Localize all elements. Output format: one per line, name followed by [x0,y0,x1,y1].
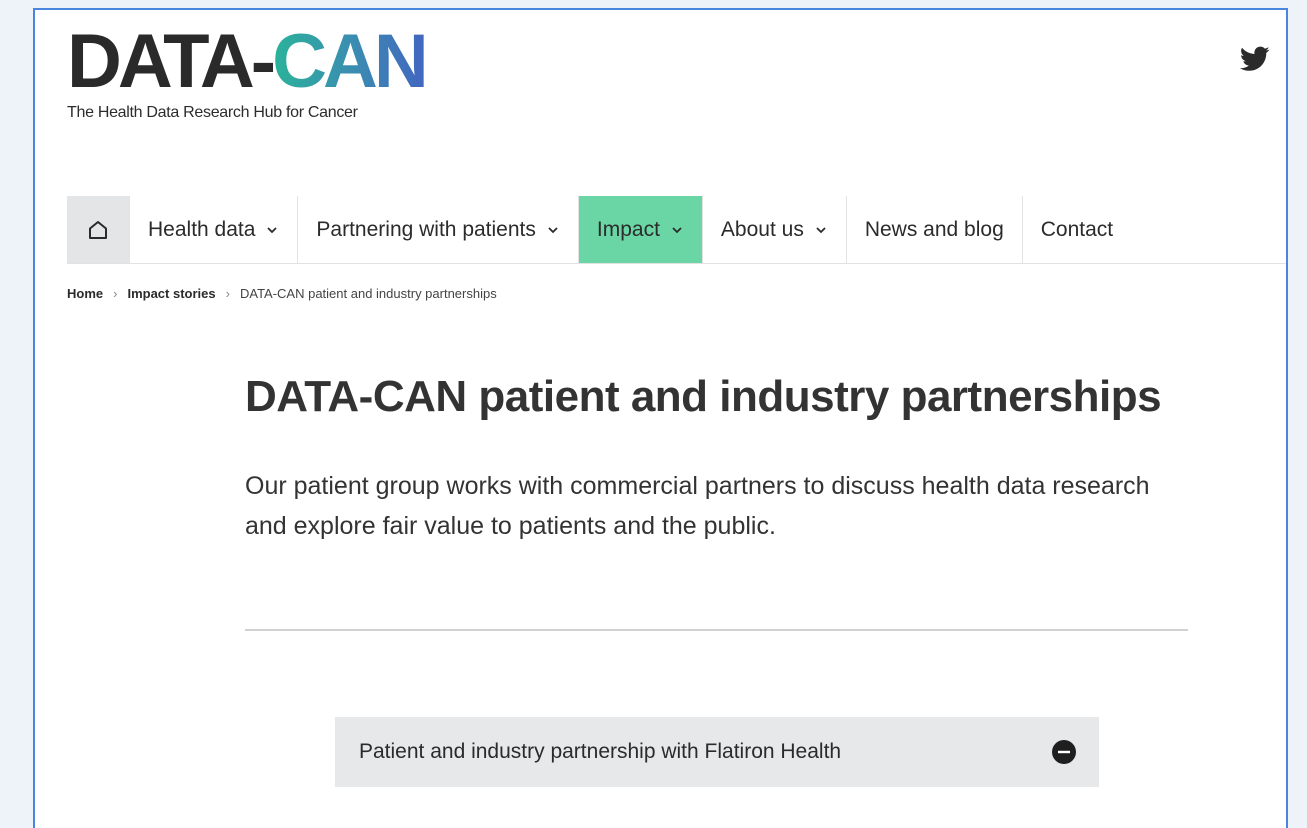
page-intro: Our patient group works with commercial … [245,472,1150,540]
logo-wordmark: DATA-CAN [67,24,429,100]
page: DATA-CAN The Health Data Research Hub fo… [35,10,1286,828]
chevron-right-icon: › [113,286,118,301]
chevron-down-icon [548,226,558,233]
logo-dash-text: - [250,19,276,104]
nav-item-label: About us [720,217,804,241]
chevron-down-icon [816,226,826,233]
breadcrumb: Home › Impact stories › DATA-CAN patient… [67,286,497,301]
site-logo[interactable]: DATA-CAN The Health Data Research Hub fo… [67,24,429,122]
twitter-icon[interactable] [1240,46,1270,72]
logo-tagline: The Health Data Research Hub for Cancer [67,104,358,121]
nav-item-contact[interactable]: Contact [1023,196,1131,263]
page-title: DATA-CAN patient and industry partnershi… [245,372,1162,421]
nav-item-about-us[interactable]: About us [703,196,847,263]
nav-item-health-data[interactable]: Health data [130,196,299,263]
nav-item-label: Impact [596,217,660,241]
chevron-down-icon [267,226,278,233]
nav-item-impact[interactable]: Impact [578,196,703,263]
accordion-flatiron-health[interactable]: Patient and industry partnership with Fl… [335,717,1099,787]
nav-item-label: Contact [1040,217,1114,241]
logo-can-text: CAN [272,19,429,104]
logo-data-text: DATA [67,19,255,104]
browser-frame: DATA-CAN The Health Data Research Hub fo… [33,8,1288,828]
main-nav: Health data Partnering with patients Imp… [67,196,1286,264]
chevron-right-icon: › [225,286,230,301]
nav-item-label: Health data [148,217,256,241]
nav-home[interactable] [67,196,130,263]
nav-item-label: News and blog [864,217,1004,241]
nav-item-news-and-blog[interactable]: News and blog [847,196,1023,263]
breadcrumb-impact-stories[interactable]: Impact stories [127,286,215,301]
nav-item-partnering-with-patients[interactable]: Partnering with patients [298,196,579,263]
accordion-label: Patient and industry partnership with Fl… [359,740,842,763]
breadcrumb-home[interactable]: Home [67,286,103,301]
nav-item-label: Partnering with patients [316,217,536,241]
divider [245,629,1188,631]
minus-circle-icon[interactable] [1051,739,1077,765]
home-icon [89,220,107,239]
chevron-down-icon [672,226,682,233]
breadcrumb-current: DATA-CAN patient and industry partnershi… [239,286,497,301]
